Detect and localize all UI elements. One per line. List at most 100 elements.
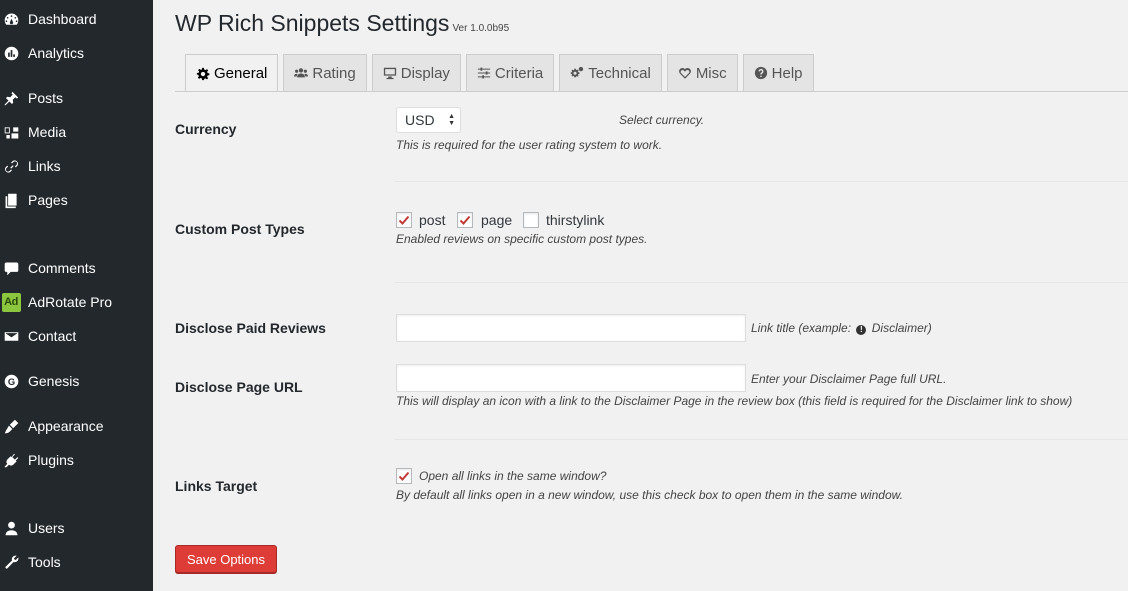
settings-tabs: General Rating Display Criteria Technica… xyxy=(185,54,819,92)
disclaimer-page-url-description: This will display an icon with a link to… xyxy=(396,394,1073,408)
help-icon xyxy=(754,66,768,80)
sidebar-item-adrotate-pro[interactable]: Ad AdRotate Pro xyxy=(0,287,153,317)
sidebar-item-plugins[interactable]: Plugins xyxy=(0,445,153,475)
sliders-icon xyxy=(477,66,491,80)
links-target-label: Links Target xyxy=(175,478,258,494)
thirstylink-checkbox-label: thirstylink xyxy=(546,212,605,228)
sidebar-item-analytics[interactable]: Analytics xyxy=(0,38,153,68)
disclaimer-page-url-input[interactable] xyxy=(396,364,746,392)
disclaimer-link-title-input[interactable] xyxy=(396,314,746,342)
tab-label: Criteria xyxy=(494,64,544,82)
select-arrows-icon: ▲ ▼ xyxy=(448,113,455,127)
adrotate-icon: Ad xyxy=(1,292,21,312)
adrotate-badge: Ad xyxy=(1,292,21,312)
disclose-paid-reviews-label: Disclose Paid Reviews xyxy=(175,320,326,336)
section-divider xyxy=(395,439,1128,440)
sidebar-item-label: Dashboard xyxy=(28,11,97,27)
sidebar-item-label: Contact xyxy=(28,328,77,344)
comment-icon xyxy=(1,258,21,278)
tab-label: Rating xyxy=(312,64,356,82)
pushpin-icon xyxy=(1,88,21,108)
sidebar-item-label: Pages xyxy=(28,192,68,208)
link-icon xyxy=(1,156,21,176)
tab-display[interactable]: Display xyxy=(371,54,461,91)
info-icon: ! xyxy=(856,325,867,335)
currency-description: This is required for the user rating sys… xyxy=(396,138,663,152)
tab-label: Misc xyxy=(695,64,727,82)
sidebar-item-contact[interactable]: Contact xyxy=(0,321,153,351)
wrench-icon xyxy=(1,552,21,572)
sidebar-item-posts[interactable]: Posts xyxy=(0,83,153,113)
check-icon xyxy=(398,215,410,225)
hint-prefix: Link title (example: xyxy=(751,321,852,335)
same-window-checkbox[interactable] xyxy=(396,468,412,484)
sidebar-item-genesis[interactable]: G Genesis xyxy=(0,366,153,396)
pages-icon xyxy=(1,190,21,210)
sidebar-item-label: Links xyxy=(28,158,61,174)
tab-label: Help xyxy=(771,64,803,82)
custom-post-types-label: Custom Post Types xyxy=(175,221,305,237)
sidebar-item-label: Posts xyxy=(28,90,64,106)
tab-label: General xyxy=(214,65,268,82)
check-icon xyxy=(398,471,410,481)
currency-hint: Select currency. xyxy=(619,113,705,127)
analytics-icon xyxy=(1,43,21,63)
sidebar-item-tools[interactable]: Tools xyxy=(0,547,153,577)
currency-selected-value: USD xyxy=(405,112,435,128)
section-divider xyxy=(395,282,1128,283)
hint-suffix: Disclaimer) xyxy=(871,321,932,335)
tab-help[interactable]: Help xyxy=(742,54,814,91)
tab-misc[interactable]: Misc xyxy=(666,54,738,91)
page-title: WP Rich Snippets Settings Ver 1.0.0b95 xyxy=(175,10,509,37)
currency-select[interactable]: USD ▲ ▼ xyxy=(396,107,461,133)
custom-post-types-description: Enabled reviews on specific custom post … xyxy=(396,232,648,246)
sidebar-item-label: Genesis xyxy=(28,373,80,389)
tab-technical[interactable]: Technical xyxy=(559,54,662,91)
post-checkbox-label: post xyxy=(419,212,446,228)
check-icon xyxy=(459,215,471,225)
sidebar-item-appearance[interactable]: Appearance xyxy=(0,411,153,441)
sidebar-item-label: Users xyxy=(28,520,65,536)
disclose-page-url-label: Disclose Page URL xyxy=(175,379,303,395)
heart-icon xyxy=(678,66,692,80)
section-divider xyxy=(395,181,1128,182)
sidebar-item-dashboard[interactable]: Dashboard xyxy=(0,4,153,34)
tab-label: Technical xyxy=(588,64,651,82)
version-label: Ver 1.0.0b95 xyxy=(452,23,510,34)
main-content: WP Rich Snippets Settings Ver 1.0.0b95 Ge… xyxy=(153,0,1128,591)
tab-rating[interactable]: Rating xyxy=(283,54,367,91)
sidebar-item-pages[interactable]: Pages xyxy=(0,185,153,215)
sidebar-item-links[interactable]: Links xyxy=(0,151,153,181)
sidebar-item-label: Tools xyxy=(28,554,61,570)
genesis-icon: G xyxy=(1,371,21,391)
gears-icon xyxy=(570,66,584,80)
post-checkbox[interactable] xyxy=(396,212,412,228)
disclaimer-page-url-hint: Enter your Disclaimer Page full URL. xyxy=(751,372,947,386)
media-icon xyxy=(1,122,21,142)
tab-general[interactable]: General xyxy=(185,54,279,92)
sidebar-item-label: Media xyxy=(28,124,67,140)
user-icon xyxy=(1,518,21,538)
dashboard-icon xyxy=(1,9,21,29)
paintbrush-icon xyxy=(1,416,21,436)
sidebar-item-label: Analytics xyxy=(28,45,85,61)
links-target-description: By default all links open in a new windo… xyxy=(396,488,903,502)
admin-sidebar: Dashboard Analytics Posts Media Links Pa… xyxy=(0,0,153,591)
sidebar-item-label: AdRotate Pro xyxy=(28,294,113,310)
monitor-icon xyxy=(383,66,397,80)
sidebar-item-media[interactable]: Media xyxy=(0,117,153,147)
page-checkbox[interactable] xyxy=(457,212,473,228)
tab-divider xyxy=(175,91,1128,92)
sidebar-item-users[interactable]: Users xyxy=(0,513,153,543)
same-window-checkbox-label: Open all links in the same window? xyxy=(419,469,607,483)
sidebar-item-label: Comments xyxy=(28,260,96,276)
thirstylink-checkbox[interactable] xyxy=(523,212,539,228)
save-options-button[interactable]: Save Options xyxy=(175,545,277,573)
sidebar-item-comments[interactable]: Comments xyxy=(0,253,153,283)
tab-criteria[interactable]: Criteria xyxy=(465,54,555,91)
sidebar-item-label: Plugins xyxy=(28,452,74,468)
users-icon xyxy=(294,66,309,80)
page-checkbox-label: page xyxy=(481,212,513,228)
sidebar-item-label: Appearance xyxy=(28,418,104,434)
disclaimer-link-title-hint: Link title (example: ! Disclaimer) xyxy=(751,321,932,335)
